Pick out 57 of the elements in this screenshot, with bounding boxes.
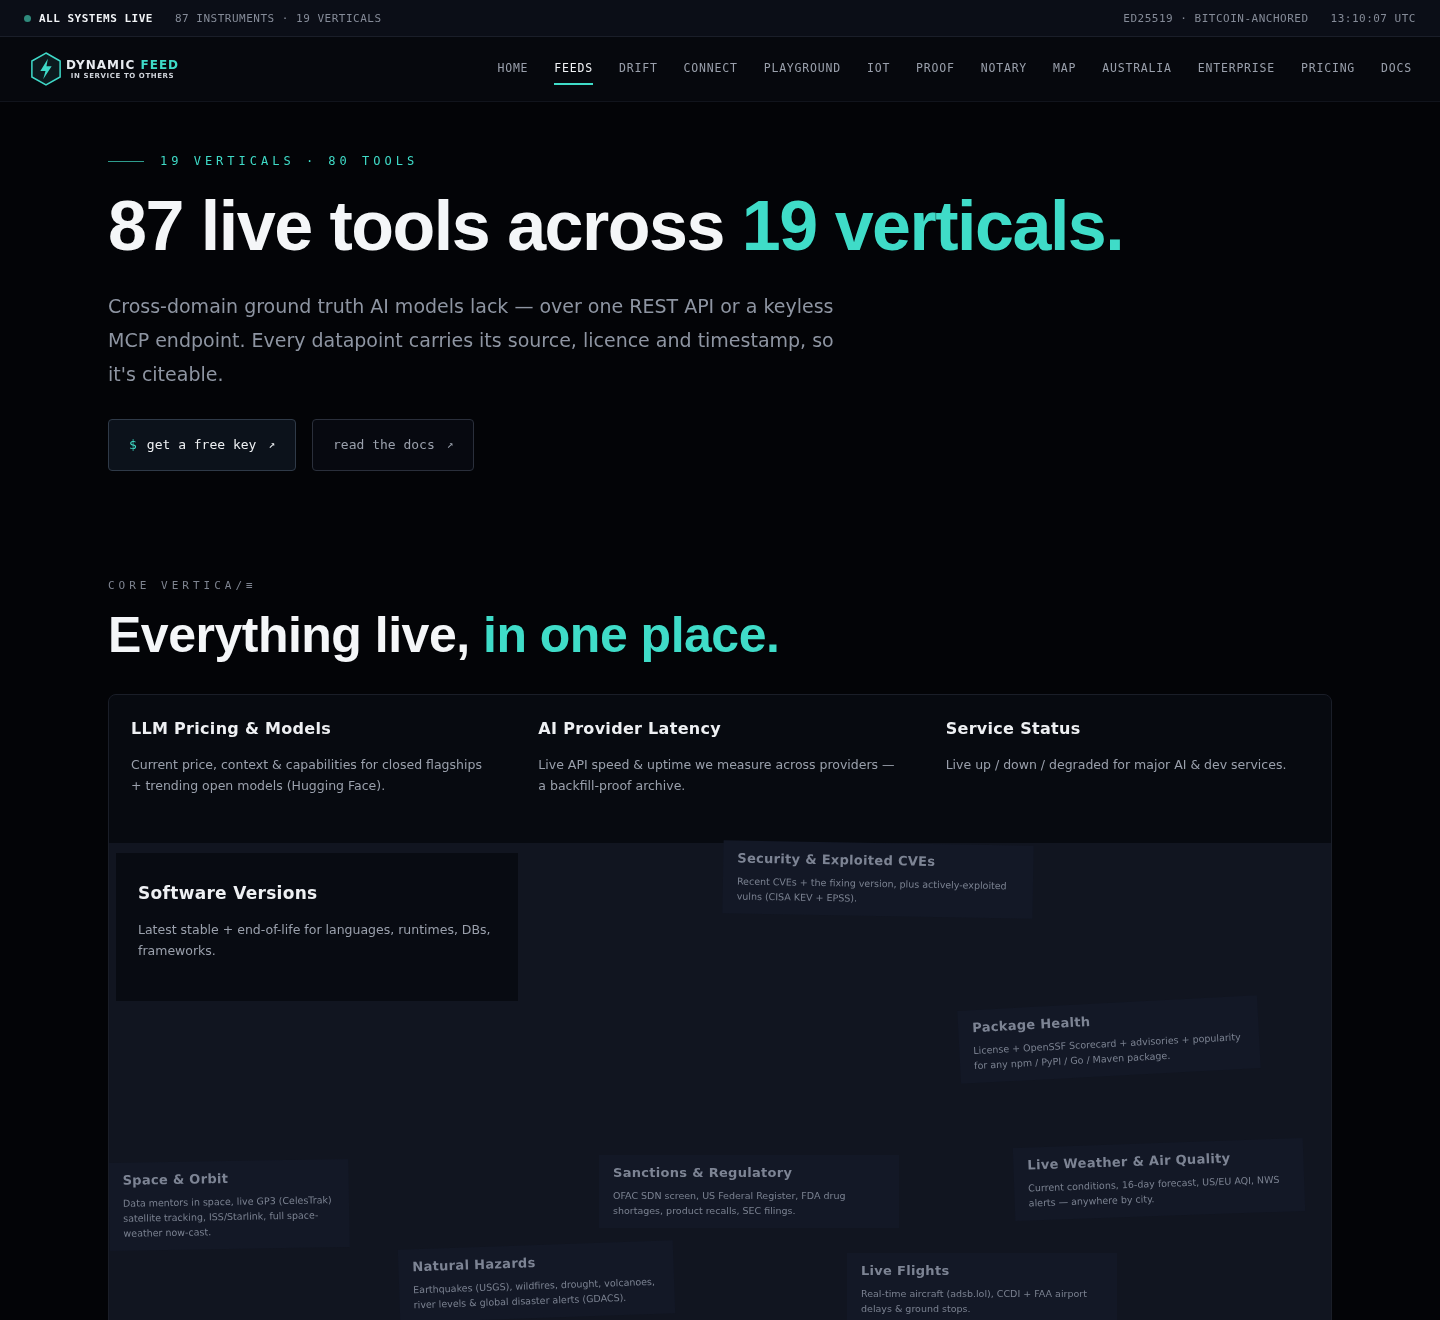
card-title: Sanctions & Regulatory bbox=[613, 1164, 794, 1180]
nav-link[interactable]: NOTARY bbox=[980, 53, 1028, 85]
system-status: ALL SYSTEMS LIVE bbox=[39, 11, 153, 25]
card-title: Service Status bbox=[945, 718, 1082, 738]
card-description: Current conditions, 16-day forecast, US/EU AQI, NWS alerts — anywhere by city. bbox=[1027, 1172, 1281, 1211]
card-title: Package Health bbox=[971, 1012, 1092, 1035]
nav-link[interactable]: MAP bbox=[1053, 53, 1077, 85]
nav-link[interactable]: ENTERPRISE bbox=[1197, 53, 1275, 85]
nav-link[interactable]: DRIFT bbox=[619, 53, 658, 85]
card-description: Live up / down / degraded for major AI & dev services. bbox=[945, 755, 1288, 774]
instrument-count: 87 INSTRUMENTS · 19 VERTICALS bbox=[174, 11, 382, 25]
lightning-hexagon-icon[interactable] bbox=[30, 52, 62, 86]
card-description: Latest stable + end-of-life for languages, runtimes, DBs, frameworks. bbox=[138, 920, 492, 960]
vertical-card[interactable]: Security & Exploited CVEs Recent CVEs + the fixing version, plus actively-exploited vulns (CISA KEV + EPSS). bbox=[722, 839, 1034, 919]
nav-link[interactable]: PROOF bbox=[916, 53, 955, 85]
vertical-card[interactable]: Space & Orbit Data mentors in space, live GP3 (CelesTrak) satellite tracking, ISS/Starlink, full space-weather now-cast. bbox=[109, 1158, 350, 1251]
section-headline: Everything live, in one place. bbox=[108, 605, 781, 664]
nav-link[interactable]: AUSTRALIA bbox=[1102, 53, 1172, 85]
card-title: Security & Exploited CVEs bbox=[737, 850, 937, 870]
nav-link[interactable]: CONNECT bbox=[683, 53, 738, 85]
card-description: Real-time aircraft (adsb.lol), CCDI + FAA airport delays & ground stops. bbox=[861, 1286, 1088, 1316]
card-description: Live API speed & uptime we measure across providers — a backfill-proof archive. bbox=[538, 755, 896, 795]
card-title: AI Provider Latency bbox=[538, 718, 723, 738]
brand-name[interactable]: DYNAMIC FEED bbox=[66, 58, 180, 72]
status-dot-icon bbox=[24, 14, 31, 22]
card-description: Data mentors in space, live GP3 (CelesTrak) satellite tracking, ISS/Starlink, full space-weather now-cast. bbox=[122, 1192, 333, 1241]
nav-link[interactable]: IOT bbox=[866, 53, 891, 85]
vertical-card[interactable]: Natural Hazards Earthquakes (USGS), wildfires, drought, volcanoes, river levels & global disaster alerts (GDACS). bbox=[397, 1239, 676, 1320]
clock-time: 13:10:07 UTC bbox=[1330, 11, 1416, 25]
nav-link[interactable]: PLAYGROUND bbox=[763, 53, 841, 85]
card-title: Live Flights bbox=[861, 1262, 951, 1278]
card-description: Recent CVEs + the fixing version, plus actively-exploited vulns (CISA KEV + EPSS). bbox=[736, 874, 1008, 906]
vertical-card[interactable]: LLM Pricing & Models Current price, context & capabilities for closed flagships + trending open models (Hugging Face). bbox=[109, 694, 517, 843]
hero-headline: 87 live tools across 19 verticals. bbox=[108, 186, 1125, 267]
docs-button[interactable]: read the docs ↗ bbox=[312, 418, 475, 471]
vertical-card[interactable]: Live Weather & Air Quality Current conditions, 16-day forecast, US/EU AQI, NWS alerts — anywhere by city. bbox=[1012, 1137, 1306, 1221]
nav-link[interactable]: HOME bbox=[497, 53, 529, 85]
nav-link[interactable]: FEEDS bbox=[554, 53, 593, 85]
vertical-card[interactable]: Package Health License + OpenSSF Scorecard + advisories + popularity for any npm / PyPI / Go / Maven package. bbox=[957, 994, 1261, 1084]
card-description: Current price, context & capabilities for closed flagships + trending open models (Hugging Face). bbox=[131, 755, 483, 795]
card-description: Earthquakes (USGS), wildfires, drought, volcanoes, river levels & global disaster alerts (GDACS). bbox=[412, 1274, 657, 1312]
vertical-card[interactable]: Software Versions Latest stable + end-of-life for languages, runtimes, DBs, frameworks. bbox=[116, 852, 518, 1001]
hero-eyebrow: 19 VERTICALS · 80 TOOLS bbox=[160, 154, 419, 168]
nav-link[interactable]: PRICING bbox=[1301, 53, 1356, 85]
card-description: OFAC SDN screen, US Federal Register, FDA drug shortages, product recalls, SEC filings. bbox=[613, 1188, 847, 1218]
card-title: LLM Pricing & Models bbox=[131, 718, 333, 738]
get-key-button[interactable]: $ get a free key ↗ bbox=[108, 418, 297, 471]
section-eyebrow: CORE VERTICA/≡ bbox=[108, 578, 258, 592]
card-title: Space & Orbit bbox=[122, 1169, 230, 1188]
vertical-card[interactable]: Live Flights Real-time aircraft (adsb.lol), CCDI + FAA airport delays & ground stops. bbox=[847, 1252, 1117, 1320]
card-title: Natural Hazards bbox=[412, 1253, 537, 1274]
signature-info: ED25519 · BITCOIN-ANCHORED bbox=[1123, 11, 1309, 25]
hero-description: Cross-domain ground truth AI models lack — over one REST API or a keyless MCP endpoint. Every datapoint carries its source, licence and timestamp, so it's citeable. bbox=[108, 293, 835, 387]
vertical-card[interactable]: Sanctions & Regulatory OFAC SDN screen, US Federal Register, FDA drug shortages, product recalls, SEC filings. bbox=[599, 1154, 899, 1228]
card-title: Live Weather & Air Quality bbox=[1027, 1149, 1232, 1173]
nav-link[interactable]: DOCS bbox=[1381, 53, 1412, 85]
card-title: Software Versions bbox=[138, 882, 319, 903]
